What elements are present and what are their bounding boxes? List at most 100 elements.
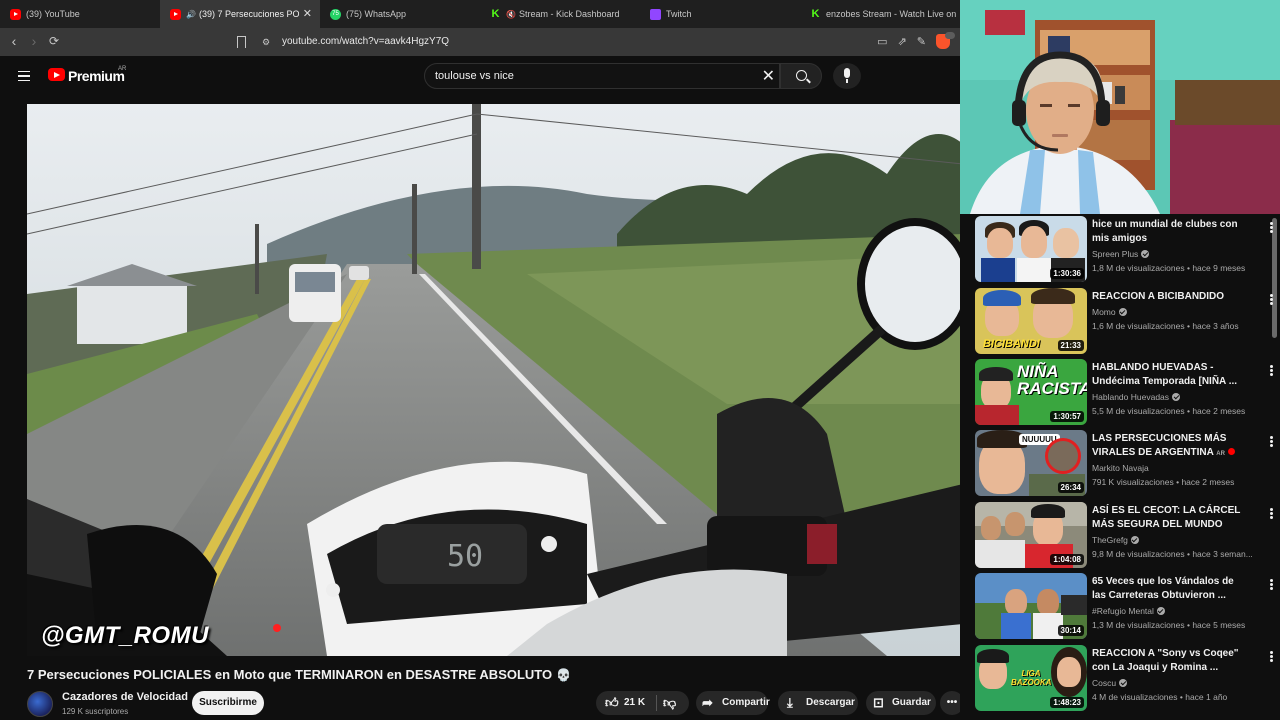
recommended-video[interactable]: LIGA BAZOOKA 1:48:23 REACCION A "Sony vs… [975, 645, 1275, 711]
like-count[interactable]: 21 K [624, 691, 645, 715]
more-vertical-icon[interactable] [1270, 436, 1273, 439]
recommended-channel[interactable]: Spreen Plus [1092, 249, 1150, 259]
url-field[interactable]: youtube.com/watch?v=aavk4HgzY7Q [282, 36, 449, 47]
video-duration: 1:30:57 [1050, 411, 1084, 422]
thumbs-down-icon[interactable]: 👎︎ [663, 691, 676, 715]
thumbs-up-icon[interactable]: 👍︎ [605, 691, 619, 715]
more-vertical-icon[interactable] [1270, 222, 1273, 225]
save-label: Guardar [892, 697, 931, 708]
tab-youtube-home[interactable]: (39) YouTube [0, 0, 160, 28]
recommended-video[interactable]: 1:04:08 ASÍ ES EL CECOT: LA CÁRCEL MÁS S… [975, 502, 1275, 568]
share-page-icon[interactable]: ⇗ [898, 35, 907, 48]
view-count: 9,8 M de visualizaciones [1092, 549, 1185, 559]
youtube-premium-logo[interactable]: Premium [68, 68, 125, 84]
webcam-frame [960, 0, 1280, 214]
download-icon: ⤓ [787, 695, 793, 710]
upload-age: hace 2 meses [1192, 406, 1246, 416]
tab-twitch[interactable]: Twitch [640, 0, 800, 28]
reload-icon[interactable]: ⟳ [44, 34, 64, 48]
search-box[interactable]: toulouse vs nice ✕ [424, 63, 780, 89]
kick-icon: K [491, 7, 500, 20]
recommended-title[interactable]: HABLANDO HUEVADAS - Undécima Temporada [… [1092, 361, 1250, 389]
video-duration: 1:30:36 [1050, 268, 1084, 279]
share-label: Compartir [722, 697, 770, 708]
recommended-video[interactable]: NIÑA RACISTA 1:30:57 HABLANDO HUEVADAS -… [975, 359, 1275, 425]
country-flag-label: AR [1216, 451, 1225, 457]
more-vertical-icon[interactable] [1270, 508, 1273, 511]
tab-label: Stream - Kick Dashboard [518, 9, 620, 19]
recommended-title[interactable]: hice un mundial de clubes con mis amigos [1092, 218, 1250, 246]
view-count: 1,8 M de visualizaciones [1092, 263, 1185, 273]
search-input[interactable]: toulouse vs nice [435, 70, 514, 82]
voice-search-button[interactable] [833, 63, 861, 89]
speaker-icon[interactable]: 🔊 [186, 10, 196, 19]
close-tab-icon[interactable]: ✕ [303, 7, 312, 20]
recommended-title[interactable]: ASÍ ES EL CECOT: LA CÁRCEL MÁS SEGURA DE… [1092, 504, 1250, 532]
cast-icon[interactable]: ▭ [877, 35, 887, 48]
channel-label: Momo [1092, 307, 1116, 317]
recommended-meta: 791 K visualizaciones • hace 2 meses [1092, 477, 1235, 487]
more-vertical-icon[interactable] [1270, 294, 1273, 297]
youtube-icon [10, 8, 21, 20]
video-duration: 30:14 [1057, 625, 1084, 636]
brave-shield-icon[interactable] [936, 32, 955, 49]
divider [656, 695, 657, 711]
download-button[interactable]: ⤓ Descargar [778, 691, 858, 715]
recommended-title[interactable]: REACCION A BICIBANDIDO [1092, 290, 1250, 304]
recommended-title[interactable]: LAS PERSECUCIONES MÁS VIRALES DE ARGENTI… [1092, 432, 1250, 460]
video-thumbnail[interactable]: NUUUUU 26:34 [975, 430, 1087, 496]
muted-speaker-icon[interactable]: 🔇 [506, 10, 516, 19]
video-thumbnail[interactable]: LIGA BAZOOKA 1:48:23 [975, 645, 1087, 711]
recommended-title[interactable]: 65 Veces que los Vándalos de las Carrete… [1092, 575, 1250, 603]
more-vertical-icon[interactable] [1270, 579, 1273, 582]
recommended-channel[interactable]: TheGrefg [1092, 535, 1139, 545]
recommended-video[interactable]: 30:14 65 Veces que los Vándalos de las C… [975, 573, 1275, 639]
video-thumbnail[interactable]: 1:04:08 [975, 502, 1087, 568]
tab-kick-dashboard[interactable]: K 🔇 Stream - Kick Dashboard [480, 0, 640, 28]
hamburger-menu-icon[interactable] [18, 71, 30, 81]
edit-icon[interactable]: ✎ [917, 35, 926, 48]
tab-current-video[interactable]: 🔊 (39) 7 Persecuciones POLICIA ✕ [160, 0, 320, 28]
subscribe-button[interactable]: Suscribirme [192, 691, 264, 715]
video-thumbnail[interactable]: 1:30:36 [975, 216, 1087, 282]
video-title-text: 7 Persecuciones POLICIALES en Moto que T… [27, 667, 553, 682]
site-settings-icon[interactable]: ⚙ [262, 37, 270, 48]
recommended-channel[interactable]: Markito Navaja [1092, 463, 1149, 473]
clear-search-icon[interactable]: ✕ [762, 66, 775, 86]
tab-kick-stream[interactable]: K enzobes Stream - Watch Live on [800, 0, 960, 28]
toolbar-actions: ▭ ⇗ ✎ [877, 32, 955, 49]
save-button[interactable]: ⊡ Guardar [866, 691, 936, 715]
recommended-video[interactable]: BICIBANDI 21:33 REACCION A BICIBANDIDO M… [975, 288, 1275, 354]
whatsapp-icon: 75 [330, 8, 341, 20]
video-watermark: @GMT_ROMU [41, 622, 209, 649]
tab-whatsapp[interactable]: 75 (75) WhatsApp [320, 0, 480, 28]
microphone-icon [844, 68, 850, 83]
subscriber-count: 129 K suscriptores [62, 707, 129, 716]
share-icon: ➦ [702, 695, 713, 710]
video-thumbnail[interactable]: 30:14 [975, 573, 1087, 639]
more-vertical-icon[interactable] [1270, 365, 1273, 368]
recommended-channel[interactable]: Hablando Huevadas [1092, 392, 1181, 402]
recommended-video[interactable]: 1:30:36 hice un mundial de clubes con mi… [975, 216, 1275, 282]
recommended-meta: 1,3 M de visualizaciones • hace 5 meses [1092, 620, 1246, 630]
video-thumbnail[interactable]: NIÑA RACISTA 1:30:57 [975, 359, 1087, 425]
channel-avatar[interactable] [27, 691, 53, 717]
channel-name[interactable]: Cazadores de Velocidad [62, 691, 188, 703]
share-button[interactable]: ➦ Compartir [696, 691, 770, 715]
recommended-channel[interactable]: Momo [1092, 307, 1127, 317]
bookmark-icon[interactable] [237, 36, 246, 48]
video-thumbnail[interactable]: BICIBANDI 21:33 [975, 288, 1087, 354]
search-button[interactable] [780, 63, 822, 89]
recommended-title[interactable]: REACCION A "Sony vs Coqee" con La Joaqui… [1092, 647, 1250, 675]
recommended-video[interactable]: NUUUUU 26:34 LAS PERSECUCIONES MÁS VIRAL… [975, 430, 1275, 496]
video-player[interactable]: 50 @GMT_ROMU [27, 104, 963, 656]
channel-label: Coscu [1092, 678, 1117, 688]
forward-arrow-icon[interactable]: › [24, 33, 44, 49]
recommended-channel[interactable]: #Refugio Mental [1092, 606, 1165, 616]
youtube-logo-icon[interactable] [48, 68, 65, 81]
recommended-channel[interactable]: Coscu [1092, 678, 1128, 688]
more-vertical-icon[interactable] [1270, 651, 1273, 654]
twitch-icon [650, 8, 661, 20]
more-horizontal-icon: ••• [946, 697, 958, 708]
back-arrow-icon[interactable]: ‹ [4, 33, 24, 49]
